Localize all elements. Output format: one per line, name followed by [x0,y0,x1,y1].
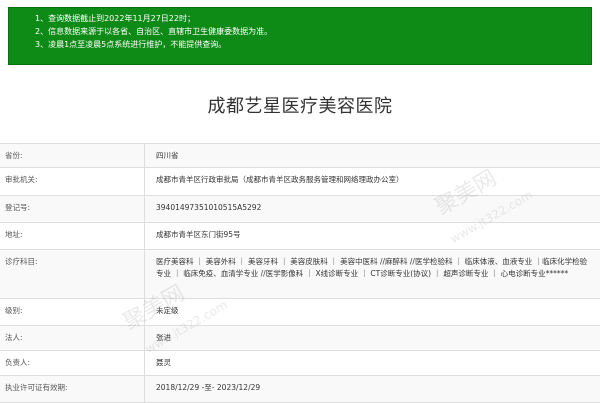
row-value: 2018/12/29 -至- 2023/12/29 [156,383,261,392]
row-label: 审批机关: [0,168,145,195]
row-level: 级别: 未定级 [0,299,600,326]
row-label: 负责人: [0,351,145,375]
row-person-in-charge: 负责人: 聂灵 [0,351,600,376]
row-value: 医疗美容科 ｜ 美容外科 ｜ 美容牙科 ｜ 美容皮肤科 ｜ 美容中医科 //麻醉… [156,257,588,278]
row-label: 省份: [0,144,145,167]
row-label: 登记号: [0,196,145,222]
row-value: 成都市青羊区行政审批局（成都市青羊区政务服务管理和网络理政办公室） [156,175,404,184]
row-value: 39401497351010515A5292 [156,203,262,212]
row-label: 级别: [0,299,145,325]
row-label: 法人: [0,326,145,350]
notice-banner: 1、查询数据截止到2022年11月27日22时； 2、信息数据来源于以各省、自治… [8,7,592,65]
row-province: 省份: 四川省 [0,144,600,168]
row-approval-authority: 审批机关: 成都市青羊区行政审批局（成都市青羊区政务服务管理和网络理政办公室） [0,168,600,196]
info-table: 省份: 四川省 审批机关: 成都市青羊区行政审批局（成都市青羊区政务服务管理和网… [0,143,600,403]
notice-line-2: 2、信息数据来源于以各省、自治区、直辖市卫生健康委数据为准。 [35,27,273,36]
row-label: 执业许可证有效期: [0,376,145,402]
row-label: 地址: [0,223,145,249]
row-label: 诊疗科目: [0,250,145,298]
row-address: 地址: 成都市青羊区东门街95号 [0,223,600,250]
row-license-validity: 执业许可证有效期: 2018/12/29 -至- 2023/12/29 [0,376,600,403]
row-value: 聂灵 [156,358,171,367]
notice-line-3: 3、凌晨1点至凌晨5点系统进行维护，不能提供查询。 [35,40,227,49]
row-legal-person: 法人: 张进 [0,326,600,351]
row-diagnosis-subjects: 诊疗科目: 医疗美容科 ｜ 美容外科 ｜ 美容牙科 ｜ 美容皮肤科 ｜ 美容中医… [0,250,600,299]
row-value: 成都市青羊区东门街95号 [156,230,241,239]
notice-line-1: 1、查询数据截止到2022年11月27日22时； [35,14,195,23]
hospital-title: 成都艺星医疗美容医院 [207,96,393,117]
row-value: 未定级 [156,306,179,315]
row-registration-number: 登记号: 39401497351010515A5292 [0,196,600,223]
row-value: 四川省 [156,151,179,160]
row-value: 张进 [156,333,171,342]
